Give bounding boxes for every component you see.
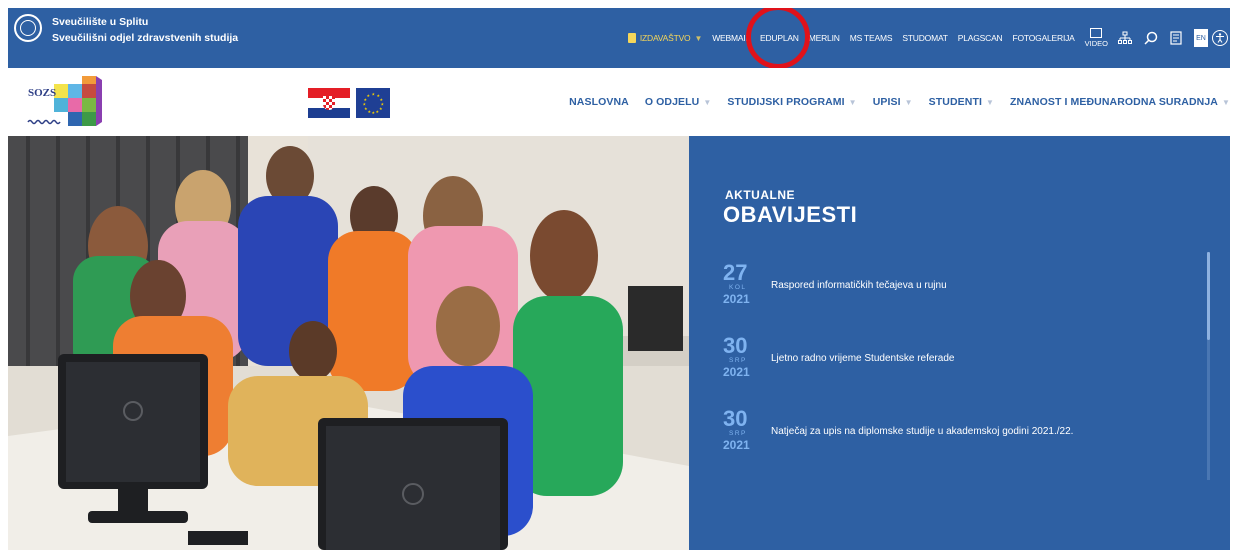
logo-text: SOZS <box>28 87 56 99</box>
document-icon[interactable] <box>1170 31 1182 45</box>
top-nav-izdavastvo[interactable]: IZDAVAŠTVO ▼ <box>627 33 703 43</box>
top-nav-plagscan[interactable]: PLAGSCAN <box>958 33 1003 43</box>
sitemap-icon[interactable] <box>1118 31 1132 45</box>
language-en-button[interactable]: EN <box>1194 29 1208 47</box>
croatian-flag-icon[interactable] <box>308 88 350 118</box>
nav-upisi[interactable]: UPISI ▼ <box>873 96 913 108</box>
svg-text:★: ★ <box>364 106 368 111</box>
news-panel: AKTUALNE OBAVIJESTI 27 KOL 2021 Raspored… <box>689 136 1230 550</box>
main-header: SOZS ★ ★ ★ ★ ★ ★ ★ ★ ★ ★ ★ ★ NASLOVNA O … <box>8 68 1230 136</box>
news-month: SRP <box>729 430 747 437</box>
top-nav-video[interactable]: VIDEO <box>1085 28 1108 48</box>
top-bar: Sveučilište u Splitu Sveučilišni odjel z… <box>8 8 1230 69</box>
news-text[interactable]: Raspored informatičkih tečajeva u rujnu <box>771 280 947 291</box>
page: Sveučilište u Splitu Sveučilišni odjel z… <box>8 8 1230 550</box>
news-day: 30 <box>723 333 748 358</box>
news-item[interactable]: 27 KOL 2021 Raspored informatičkih tečaj… <box>723 262 1203 318</box>
news-title: OBAVIJESTI <box>723 202 858 227</box>
news-year: 2021 <box>723 365 750 379</box>
chevron-down-icon: ▼ <box>1221 98 1230 107</box>
monitor-icon <box>1090 28 1103 38</box>
nav-studijski-programi[interactable]: STUDIJSKI PROGRAMI ▼ <box>727 96 856 108</box>
nav-studenti[interactable]: STUDENTI ▼ <box>929 96 994 108</box>
highlight-circle <box>746 8 810 69</box>
accessibility-icon[interactable] <box>1212 30 1228 46</box>
hero-photo[interactable] <box>8 136 689 550</box>
news-kicker: AKTUALNE <box>725 188 795 202</box>
news-month: KOL <box>729 284 747 291</box>
top-nav-studomat[interactable]: STUDOMAT <box>902 33 948 43</box>
chevron-down-icon: ▼ <box>848 98 857 107</box>
news-year: 2021 <box>723 438 750 452</box>
svg-text:★: ★ <box>379 106 383 111</box>
svg-text:★: ★ <box>372 110 376 114</box>
nav-znanost[interactable]: ZNANOST I MEĐUNARODNA SURADNJA ▼ <box>1010 96 1230 108</box>
news-text[interactable]: Ljetno radno vrijeme Studentske referade <box>771 353 954 364</box>
nav-o-odjelu[interactable]: O ODJELU ▼ <box>645 96 712 108</box>
svg-text:★: ★ <box>367 93 371 98</box>
sozs-logo[interactable]: SOZS <box>26 74 106 132</box>
flags: ★ ★ ★ ★ ★ ★ ★ ★ ★ ★ ★ ★ <box>308 88 390 118</box>
top-nav-webmail[interactable]: WEBMAIL <box>712 33 750 43</box>
news-day: 30 <box>723 406 748 431</box>
news-month: SRP <box>729 357 747 364</box>
top-nav-ms-teams[interactable]: MS TEAMS <box>850 33 893 43</box>
chevron-down-icon: ▼ <box>703 98 712 107</box>
chevron-down-icon: ▼ <box>985 98 995 107</box>
top-nav: IZDAVAŠTVO ▼ WEBMAIL EDUPLAN MERLIN MS T… <box>627 8 1230 68</box>
department-name: Sveučilišni odjel zdravstvenih studija <box>52 32 239 44</box>
news-scrollbar-thumb[interactable] <box>1207 252 1210 340</box>
main-nav: NASLOVNA O ODJELU ▼ STUDIJSKI PROGRAMI ▼ U… <box>553 68 1230 136</box>
news-year: 2021 <box>723 292 750 306</box>
svg-text:★: ★ <box>363 102 367 107</box>
university-name: Sveučilište u Splitu <box>52 16 149 28</box>
university-title[interactable]: Sveučilište u Splitu Sveučilišni odjel z… <box>52 14 238 46</box>
news-day: 27 <box>723 260 748 285</box>
svg-text:★: ★ <box>376 109 380 114</box>
search-icon[interactable] <box>1144 31 1158 45</box>
svg-text:★: ★ <box>368 109 372 114</box>
university-seal-icon[interactable] <box>14 14 42 42</box>
chevron-down-icon: ▼ <box>904 98 913 107</box>
chevron-down-icon: ▼ <box>694 33 703 43</box>
top-nav-fotogalerija[interactable]: FOTOGALERIJA <box>1013 33 1075 43</box>
svg-text:★: ★ <box>372 92 376 97</box>
news-item[interactable]: 30 SRP 2021 Natječaj za upis na diplomsk… <box>723 408 1203 464</box>
eu-flag-icon[interactable]: ★ ★ ★ ★ ★ ★ ★ ★ ★ ★ ★ ★ <box>356 88 390 118</box>
news-text[interactable]: Natječaj za upis na diplomske studije u … <box>771 426 1073 437</box>
top-nav-merlin[interactable]: MERLIN <box>809 33 840 43</box>
news-item[interactable]: 30 SRP 2021 Ljetno radno vrijeme Student… <box>723 335 1203 391</box>
book-icon <box>627 33 636 43</box>
nav-naslovna[interactable]: NASLOVNA <box>569 96 629 108</box>
